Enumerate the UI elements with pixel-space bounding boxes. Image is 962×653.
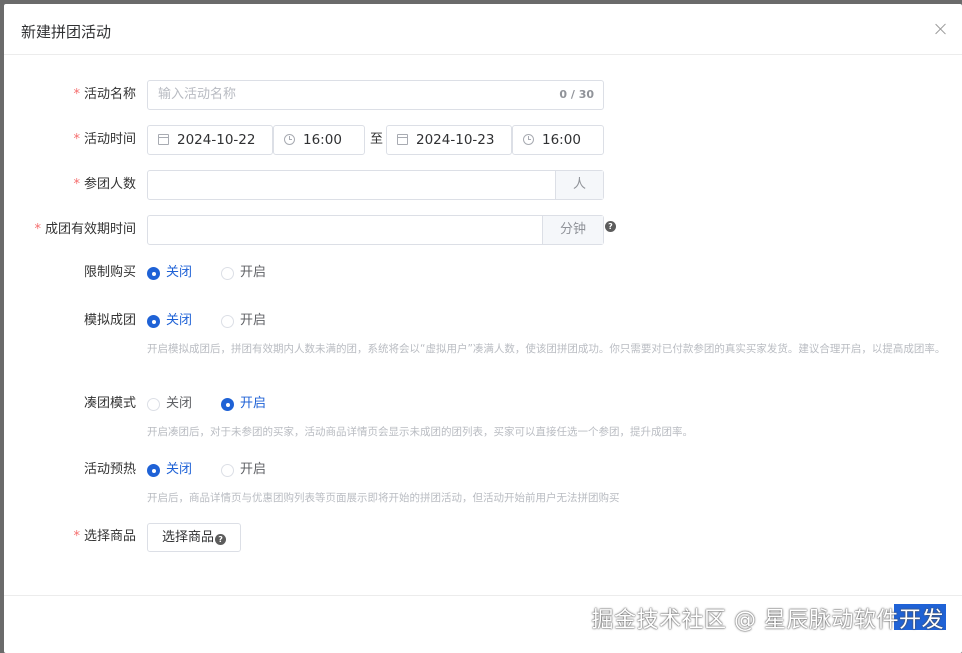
activity-name-label: * 活动名称: [73, 87, 136, 102]
calendar-icon: [158, 134, 169, 145]
group-size-input[interactable]: 人: [147, 170, 604, 200]
date-range-separator: 至: [370, 132, 384, 147]
end-time-picker[interactable]: 16:00: [512, 125, 604, 155]
radio-unchecked-icon: [147, 398, 160, 411]
dialog-header: 新建拼团活动: [4, 4, 962, 55]
form-row-purchase-limit: 限制购买 关闭 开启: [4, 258, 962, 288]
start-date-picker[interactable]: 2024-10-22: [147, 125, 273, 155]
radio-checked-icon: [147, 464, 160, 477]
activity-time-label: * 活动时间: [73, 132, 136, 147]
preheat-label: 活动预热: [83, 462, 136, 477]
activity-name-input[interactable]: 输入活动名称 0 / 30: [147, 80, 604, 110]
form-row-activity-name: * 活动名称 输入活动名称 0 / 30: [4, 80, 962, 110]
dialog-footer-divider: [4, 595, 962, 596]
radio-checked-icon: [221, 398, 234, 411]
group-valid-time-input[interactable]: 分钟: [147, 215, 604, 245]
select-goods-label: * 选择商品: [73, 529, 136, 544]
form-row-simulated-group: 模拟成团 关闭 开启: [4, 306, 962, 336]
dialog-title: 新建拼团活动: [21, 23, 112, 41]
radio-unchecked-icon: [221, 315, 234, 328]
activity-name-placeholder: 输入活动名称: [158, 87, 237, 102]
radio-unchecked-icon: [221, 464, 234, 477]
purchase-limit-label: 限制购买: [83, 265, 136, 280]
form-row-join-mode: 凑团模式 关闭 开启: [4, 389, 962, 419]
form-row-preheat: 活动预热 关闭 开启: [4, 455, 962, 485]
preheat-hint: 开启后，商品详情页与优惠团购列表等页面展示即将开始的拼团活动，但活动开始前用户无…: [147, 492, 620, 504]
form-row-activity-time: * 活动时间 2024-10-22 16:00 至 2024-10-23 16:0…: [4, 125, 962, 155]
start-time-picker[interactable]: 16:00: [273, 125, 365, 155]
help-icon[interactable]: ?: [605, 221, 616, 232]
group-valid-time-unit: 分钟: [542, 216, 603, 244]
watermark: 掘金技术社区 @ 星辰脉动软件开发: [591, 608, 944, 633]
clock-icon: [284, 134, 295, 145]
clock-icon: [523, 134, 534, 145]
radio-unchecked-icon: [221, 267, 234, 280]
radio-checked-icon: [147, 267, 160, 280]
simulated-group-label: 模拟成团: [83, 313, 136, 328]
group-size-unit: 人: [555, 171, 603, 199]
select-goods-button[interactable]: 选择商品?: [147, 523, 242, 552]
activity-name-char-count: 0 / 30: [559, 88, 594, 101]
help-icon: ?: [215, 534, 227, 545]
close-icon[interactable]: [934, 22, 948, 36]
group-valid-time-label: * 成团有效期时间: [34, 222, 136, 237]
group-size-label: * 参团人数: [73, 177, 136, 192]
create-group-buy-dialog: 新建拼团活动 * 活动名称 输入活动名称 0 / 30 * 活动时间 2024-10…: [4, 4, 962, 653]
form-row-select-goods: * 选择商品 选择商品?: [4, 522, 962, 552]
join-mode-label: 凑团模式: [83, 396, 136, 411]
form-row-group-size: * 参团人数 人: [4, 170, 962, 200]
simulated-group-hint: 开启模拟成团后，拼团有效期内人数未满的团，系统将会以“虚拟用户”凑满人数，使该团…: [147, 343, 946, 355]
form-row-group-valid-time: * 成团有效期时间 分钟 ?: [4, 215, 962, 245]
join-mode-hint: 开启凑团后，对于未参团的买家，活动商品详情页会显示未成团的团列表，买家可以直接任…: [147, 426, 693, 438]
end-date-picker[interactable]: 2024-10-23: [386, 125, 512, 155]
calendar-icon: [397, 134, 408, 145]
radio-checked-icon: [147, 315, 160, 328]
